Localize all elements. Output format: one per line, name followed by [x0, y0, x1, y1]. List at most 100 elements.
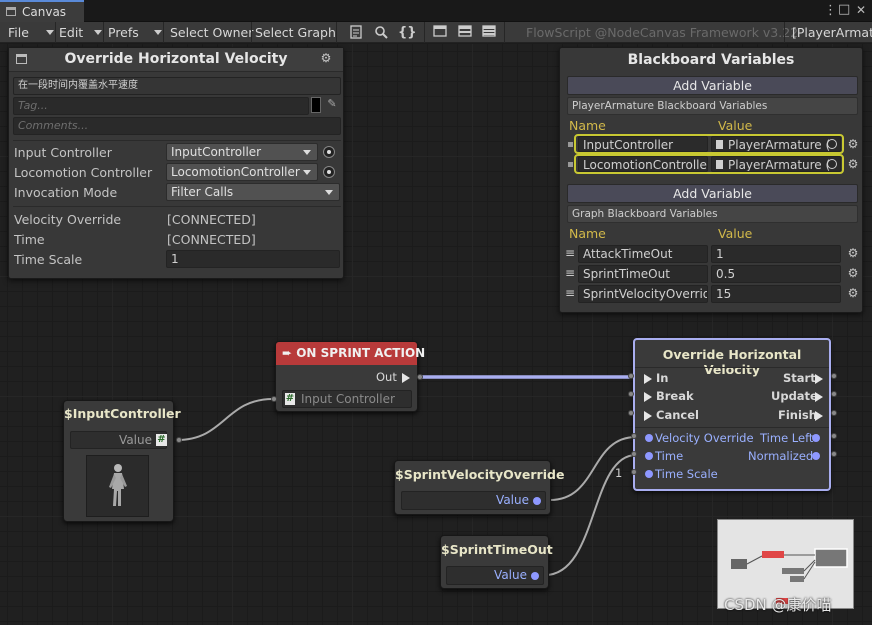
input-controller-node[interactable]: $InputController Value #	[63, 400, 182, 522]
gear-icon[interactable]: ⚙	[319, 51, 333, 65]
value-port-icon[interactable]	[531, 572, 539, 580]
sprint-velocity-node[interactable]: $SprintVelocityOverride Value	[394, 460, 565, 515]
graph-var-value[interactable]: 0.5	[711, 265, 841, 283]
flow-out-icon[interactable]	[402, 373, 410, 383]
finish-pin[interactable]	[831, 410, 837, 416]
wire-input-controller	[176, 398, 274, 441]
input-pin[interactable]	[271, 396, 277, 402]
chevron-down-icon	[325, 190, 333, 195]
time-left-port-icon[interactable]	[812, 434, 820, 442]
input-controller-radio[interactable]	[323, 146, 335, 158]
input-controller-dropdown[interactable]: InputController	[166, 143, 318, 161]
node-header: ➨ ON SPRINT ACTION	[276, 342, 425, 365]
invocation-mode-value: Filter Calls	[171, 185, 234, 199]
time-scale-port: Time Scale	[655, 467, 718, 481]
gear-icon[interactable]: ⚙	[846, 137, 860, 151]
comments-input[interactable]: Comments...	[13, 117, 341, 135]
drag-handle-icon[interactable]: ≡	[564, 286, 576, 300]
flow-out-pin[interactable]	[417, 374, 423, 380]
normalized-port-icon[interactable]	[812, 452, 820, 460]
time-scale-label: Time Scale	[14, 252, 83, 267]
node-title: $SprintVelocityOverride	[395, 467, 565, 482]
value-output-port[interactable]: Value	[446, 566, 544, 585]
drag-handle-icon[interactable]	[568, 162, 573, 167]
window-icon[interactable]	[16, 54, 27, 64]
value-port-icon[interactable]	[533, 497, 541, 505]
owner-var-value[interactable]: PlayerArmature (	[711, 156, 841, 172]
locomotion-controller-dropdown[interactable]: LocomotionController	[166, 163, 318, 181]
flow-in-icon[interactable]	[644, 374, 652, 384]
flow-out-icon[interactable]	[815, 374, 823, 384]
tag-input[interactable]: Tag...	[13, 97, 309, 115]
sprint-timeout-node[interactable]: $SprintTimeOut Value	[440, 535, 553, 589]
script-icon	[716, 140, 723, 149]
eyedropper-icon[interactable]: ✎	[325, 97, 339, 113]
color-swatch[interactable]	[311, 97, 321, 113]
target-icon[interactable]	[827, 139, 837, 149]
gear-icon[interactable]: ⚙	[846, 266, 860, 280]
update-port: Update	[771, 389, 818, 403]
time-left-port: Time Left	[760, 431, 814, 445]
time-scale-field[interactable]: 1	[166, 250, 340, 268]
drag-handle-icon[interactable]	[568, 142, 573, 147]
break-pin[interactable]	[628, 391, 634, 397]
owner-var-name[interactable]: LocomotionController	[578, 156, 708, 172]
velocity-override-port-icon[interactable]	[645, 434, 653, 442]
time-scale-pin[interactable]	[631, 469, 637, 475]
character-preview	[86, 455, 149, 517]
blackboard-title: Blackboard Variables	[627, 52, 795, 68]
override-velocity-node[interactable]: Override Horizontal Velocity In Break Ca…	[633, 338, 831, 491]
add-graph-variable-button[interactable]: Add Variable	[567, 184, 858, 203]
owner-var-value[interactable]: PlayerArmature (	[711, 136, 841, 152]
gear-icon[interactable]: ⚙	[846, 157, 860, 171]
graph-var-name[interactable]: SprintVelocityOverride	[578, 285, 708, 303]
node-title: $InputController	[64, 406, 181, 421]
flow-in-icon[interactable]	[644, 392, 652, 402]
owner-var-name[interactable]: InputController	[578, 136, 708, 152]
start-pin[interactable]	[831, 373, 837, 379]
drag-handle-icon[interactable]: ≡	[564, 266, 576, 280]
target-icon[interactable]	[827, 159, 837, 169]
normalized-pin[interactable]	[831, 451, 837, 457]
invocation-mode-dropdown[interactable]: Filter Calls	[166, 183, 340, 201]
gear-icon[interactable]: ⚙	[846, 286, 860, 300]
node-title: $SprintTimeOut	[441, 542, 553, 557]
flow-in-icon[interactable]	[644, 411, 652, 421]
time-left-pin[interactable]	[831, 433, 837, 439]
drag-handle-icon[interactable]: ≡	[564, 246, 576, 260]
velocity-override-pin[interactable]	[631, 433, 637, 439]
character-icon	[109, 464, 127, 506]
graph-var-name[interactable]: AttackTimeOut	[578, 245, 708, 263]
input-controller-port[interactable]: Input Controller	[282, 390, 412, 408]
name-column-header: Name	[569, 118, 606, 133]
time-port-icon[interactable]	[645, 452, 653, 460]
input-controller-label: Input Controller	[14, 145, 112, 160]
cancel-pin[interactable]	[628, 410, 634, 416]
in-port: In	[656, 371, 669, 385]
in-pin[interactable]	[628, 373, 634, 379]
time-label: Time	[14, 232, 45, 247]
output-pin[interactable]	[176, 437, 182, 443]
time-value: [CONNECTED]	[167, 232, 256, 247]
graph-var-name[interactable]: SprintTimeOut	[578, 265, 708, 283]
script-icon	[716, 160, 723, 169]
watermark-text: CSDN @康价喵	[724, 596, 832, 614]
graph-var-value[interactable]: 1	[711, 245, 841, 263]
time-pin[interactable]	[631, 451, 637, 457]
flow-out-icon[interactable]	[815, 411, 823, 421]
add-variable-button[interactable]: Add Variable	[567, 76, 858, 95]
description-field[interactable]: 在一段时间内覆盖水平速度	[13, 77, 341, 95]
value-column-header: Value	[718, 118, 753, 133]
inspector-header: Override Horizontal Velocity ⚙	[9, 48, 343, 72]
locomotion-controller-radio[interactable]	[323, 166, 335, 178]
update-pin[interactable]	[831, 391, 837, 397]
time-scale-port-icon[interactable]	[645, 470, 653, 478]
inspector-title: Override Horizontal Velocity	[64, 51, 288, 67]
graph-var-value[interactable]: 15	[711, 285, 841, 303]
flow-out-icon[interactable]	[815, 392, 823, 402]
finish-port: Finish	[778, 408, 817, 422]
sprint-action-node[interactable]: ➨ ON SPRINT ACTION Out Input Controller …	[271, 341, 425, 412]
gear-icon[interactable]: ⚙	[846, 246, 860, 260]
value-output-port[interactable]: Value	[401, 491, 546, 510]
value-output-port[interactable]: Value	[70, 431, 167, 449]
